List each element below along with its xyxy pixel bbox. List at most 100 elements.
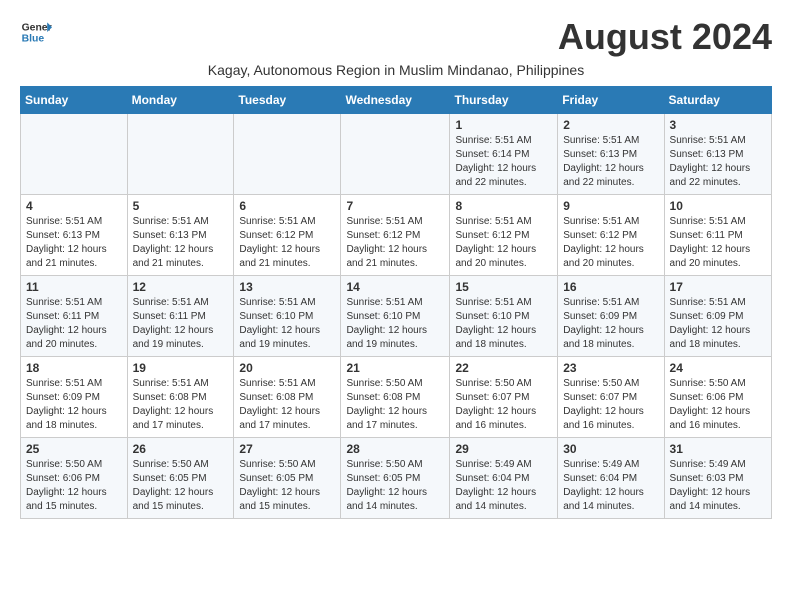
- day-info: Sunrise: 5:50 AM Sunset: 6:07 PM Dayligh…: [563, 377, 658, 433]
- day-info: Sunrise: 5:51 AM Sunset: 6:12 PM Dayligh…: [346, 215, 444, 271]
- calendar-cell: 10 Sunrise: 5:51 AM Sunset: 6:11 PM Dayli…: [664, 195, 771, 276]
- day-info: Sunrise: 5:51 AM Sunset: 6:10 PM Dayligh…: [455, 296, 552, 352]
- day-info: Sunrise: 5:50 AM Sunset: 6:06 PM Dayligh…: [670, 377, 766, 433]
- day-info: Sunrise: 5:51 AM Sunset: 6:09 PM Dayligh…: [670, 296, 766, 352]
- calendar-cell: 15 Sunrise: 5:51 AM Sunset: 6:10 PM Dayli…: [450, 276, 558, 357]
- day-info: Sunrise: 5:51 AM Sunset: 6:09 PM Dayligh…: [26, 377, 122, 433]
- day-info: Sunrise: 5:51 AM Sunset: 6:12 PM Dayligh…: [455, 215, 552, 271]
- weekday-header-sunday: Sunday: [21, 87, 128, 114]
- calendar-cell: [341, 114, 450, 195]
- calendar-cell: 16Sunrise: 5:51 AM Sunset: 6:09 PM Dayli…: [558, 276, 664, 357]
- calendar-cell: 9Sunrise: 5:51 AM Sunset: 6:12 PM Daylig…: [558, 195, 664, 276]
- day-number: 6: [239, 199, 335, 213]
- calendar-cell: 14 Sunrise: 5:51 AM Sunset: 6:10 PM Dayli…: [341, 276, 450, 357]
- calendar-cell: 27Sunrise: 5:50 AM Sunset: 6:05 PM Dayli…: [234, 438, 341, 519]
- calendar-cell: 31Sunrise: 5:49 AM Sunset: 6:03 PM Dayli…: [664, 438, 771, 519]
- day-number: 14: [346, 280, 444, 294]
- calendar-cell: 3 Sunrise: 5:51 AM Sunset: 6:13 PM Daylig…: [664, 114, 771, 195]
- svg-text:Blue: Blue: [22, 34, 45, 45]
- calendar-week-row: 11Sunrise: 5:51 AM Sunset: 6:11 PM Dayli…: [21, 276, 772, 357]
- day-info: Sunrise: 5:51 AM Sunset: 6:08 PM Dayligh…: [133, 377, 229, 433]
- day-number: 13: [239, 280, 335, 294]
- calendar-cell: 19 Sunrise: 5:51 AM Sunset: 6:08 PM Dayli…: [127, 357, 234, 438]
- day-number: 29: [455, 442, 552, 456]
- calendar-subtitle: Kagay, Autonomous Region in Muslim Minda…: [20, 62, 772, 78]
- calendar-cell: 13 Sunrise: 5:51 AM Sunset: 6:10 PM Dayli…: [234, 276, 341, 357]
- day-info: Sunrise: 5:51 AM Sunset: 6:13 PM Dayligh…: [563, 134, 658, 190]
- day-number: 30: [563, 442, 658, 456]
- day-number: 8: [455, 199, 552, 213]
- day-number: 12: [133, 280, 229, 294]
- calendar-cell: [21, 114, 128, 195]
- weekday-header-wednesday: Wednesday: [341, 87, 450, 114]
- day-info: Sunrise: 5:51 AM Sunset: 6:12 PM Dayligh…: [239, 215, 335, 271]
- calendar-table: SundayMondayTuesdayWednesdayThursdayFrid…: [20, 86, 772, 519]
- calendar-cell: 8 Sunrise: 5:51 AM Sunset: 6:12 PM Daylig…: [450, 195, 558, 276]
- day-info: Sunrise: 5:51 AM Sunset: 6:10 PM Dayligh…: [239, 296, 335, 352]
- day-number: 25: [26, 442, 122, 456]
- calendar-cell: 21 Sunrise: 5:50 AM Sunset: 6:08 PM Dayli…: [341, 357, 450, 438]
- day-number: 27: [239, 442, 335, 456]
- day-number: 9: [563, 199, 658, 213]
- calendar-cell: 24 Sunrise: 5:50 AM Sunset: 6:06 PM Dayli…: [664, 357, 771, 438]
- calendar-cell: 22 Sunrise: 5:50 AM Sunset: 6:07 PM Dayli…: [450, 357, 558, 438]
- calendar-cell: 12 Sunrise: 5:51 AM Sunset: 6:11 PM Dayli…: [127, 276, 234, 357]
- day-number: 20: [239, 361, 335, 375]
- day-number: 21: [346, 361, 444, 375]
- day-info: Sunrise: 5:49 AM Sunset: 6:04 PM Dayligh…: [563, 458, 658, 514]
- day-info: Sunrise: 5:51 AM Sunset: 6:11 PM Dayligh…: [133, 296, 229, 352]
- calendar-cell: 28 Sunrise: 5:50 AM Sunset: 6:05 PM Dayli…: [341, 438, 450, 519]
- day-info: Sunrise: 5:51 AM Sunset: 6:10 PM Dayligh…: [346, 296, 444, 352]
- calendar-cell: 7 Sunrise: 5:51 AM Sunset: 6:12 PM Daylig…: [341, 195, 450, 276]
- weekday-header-saturday: Saturday: [664, 87, 771, 114]
- calendar-cell: 26 Sunrise: 5:50 AM Sunset: 6:05 PM Dayli…: [127, 438, 234, 519]
- day-number: 19: [133, 361, 229, 375]
- day-info: Sunrise: 5:50 AM Sunset: 6:08 PM Dayligh…: [346, 377, 444, 433]
- page-header: General Blue August 2024: [20, 16, 772, 58]
- day-info: Sunrise: 5:49 AM Sunset: 6:03 PM Dayligh…: [670, 458, 766, 514]
- day-info: Sunrise: 5:51 AM Sunset: 6:13 PM Dayligh…: [670, 134, 766, 190]
- day-number: 1: [455, 118, 552, 132]
- day-number: 16: [563, 280, 658, 294]
- weekday-header-thursday: Thursday: [450, 87, 558, 114]
- calendar-cell: [127, 114, 234, 195]
- calendar-cell: 17 Sunrise: 5:51 AM Sunset: 6:09 PM Dayli…: [664, 276, 771, 357]
- day-number: 18: [26, 361, 122, 375]
- calendar-cell: 18 Sunrise: 5:51 AM Sunset: 6:09 PM Dayli…: [21, 357, 128, 438]
- day-info: Sunrise: 5:50 AM Sunset: 6:07 PM Dayligh…: [455, 377, 552, 433]
- day-number: 28: [346, 442, 444, 456]
- calendar-cell: 25 Sunrise: 5:50 AM Sunset: 6:06 PM Dayli…: [21, 438, 128, 519]
- day-info: Sunrise: 5:51 AM Sunset: 6:13 PM Dayligh…: [26, 215, 122, 271]
- month-title: August 2024: [558, 16, 772, 58]
- day-info: Sunrise: 5:51 AM Sunset: 6:11 PM Dayligh…: [670, 215, 766, 271]
- day-info: Sunrise: 5:50 AM Sunset: 6:05 PM Dayligh…: [346, 458, 444, 514]
- calendar-cell: 6 Sunrise: 5:51 AM Sunset: 6:12 PM Daylig…: [234, 195, 341, 276]
- day-info: Sunrise: 5:49 AM Sunset: 6:04 PM Dayligh…: [455, 458, 552, 514]
- day-number: 24: [670, 361, 766, 375]
- calendar-cell: 20 Sunrise: 5:51 AM Sunset: 6:08 PM Dayli…: [234, 357, 341, 438]
- day-number: 10: [670, 199, 766, 213]
- calendar-week-row: 1 Sunrise: 5:51 AM Sunset: 6:14 PM Daylig…: [21, 114, 772, 195]
- day-info: Sunrise: 5:51 AM Sunset: 6:13 PM Dayligh…: [133, 215, 229, 271]
- day-number: 15: [455, 280, 552, 294]
- day-info: Sunrise: 5:51 AM Sunset: 6:14 PM Dayligh…: [455, 134, 552, 190]
- day-number: 7: [346, 199, 444, 213]
- day-number: 22: [455, 361, 552, 375]
- weekday-header-monday: Monday: [127, 87, 234, 114]
- day-info: Sunrise: 5:50 AM Sunset: 6:06 PM Dayligh…: [26, 458, 122, 514]
- calendar-cell: 5 Sunrise: 5:51 AM Sunset: 6:13 PM Daylig…: [127, 195, 234, 276]
- calendar-week-row: 25 Sunrise: 5:50 AM Sunset: 6:06 PM Dayli…: [21, 438, 772, 519]
- weekday-header-friday: Friday: [558, 87, 664, 114]
- calendar-cell: 23Sunrise: 5:50 AM Sunset: 6:07 PM Dayli…: [558, 357, 664, 438]
- day-number: 3: [670, 118, 766, 132]
- day-number: 17: [670, 280, 766, 294]
- calendar-cell: 30 Sunrise: 5:49 AM Sunset: 6:04 PM Dayli…: [558, 438, 664, 519]
- day-info: Sunrise: 5:51 AM Sunset: 6:08 PM Dayligh…: [239, 377, 335, 433]
- day-number: 26: [133, 442, 229, 456]
- day-number: 4: [26, 199, 122, 213]
- calendar-week-row: 4 Sunrise: 5:51 AM Sunset: 6:13 PM Daylig…: [21, 195, 772, 276]
- day-info: Sunrise: 5:50 AM Sunset: 6:05 PM Dayligh…: [133, 458, 229, 514]
- calendar-cell: 2Sunrise: 5:51 AM Sunset: 6:13 PM Daylig…: [558, 114, 664, 195]
- calendar-week-row: 18 Sunrise: 5:51 AM Sunset: 6:09 PM Dayli…: [21, 357, 772, 438]
- day-number: 5: [133, 199, 229, 213]
